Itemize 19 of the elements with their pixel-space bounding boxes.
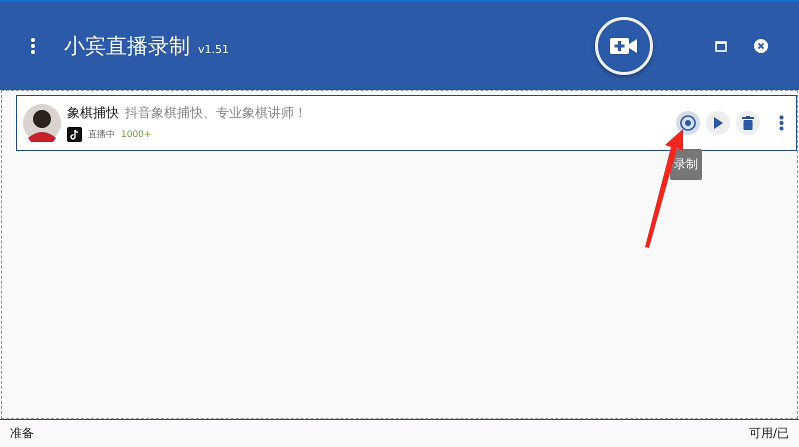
- add-video-button[interactable]: [595, 17, 653, 75]
- viewer-count: 1000+: [121, 130, 152, 140]
- avatar: [23, 104, 61, 142]
- tooltip: 录制: [670, 149, 702, 180]
- play-button[interactable]: [706, 111, 730, 135]
- close-icon[interactable]: [751, 36, 771, 56]
- record-button[interactable]: [676, 111, 700, 135]
- music-note-icon: [67, 127, 82, 142]
- play-icon: [712, 117, 724, 129]
- video-camera-plus-icon: [610, 36, 638, 56]
- status-text: 准备: [10, 425, 34, 442]
- room-name: 象棋捕快: [67, 105, 119, 122]
- delete-button[interactable]: [736, 111, 760, 135]
- version-label: v1.51: [198, 43, 230, 56]
- storage-text: 可用/已: [748, 425, 789, 442]
- trash-icon: [742, 116, 754, 130]
- window-title: 小宾直播录制: [64, 33, 190, 60]
- live-status: 直播中: [88, 128, 115, 141]
- room-description: 抖音象棋捕快、专业象棋讲师！: [125, 105, 307, 122]
